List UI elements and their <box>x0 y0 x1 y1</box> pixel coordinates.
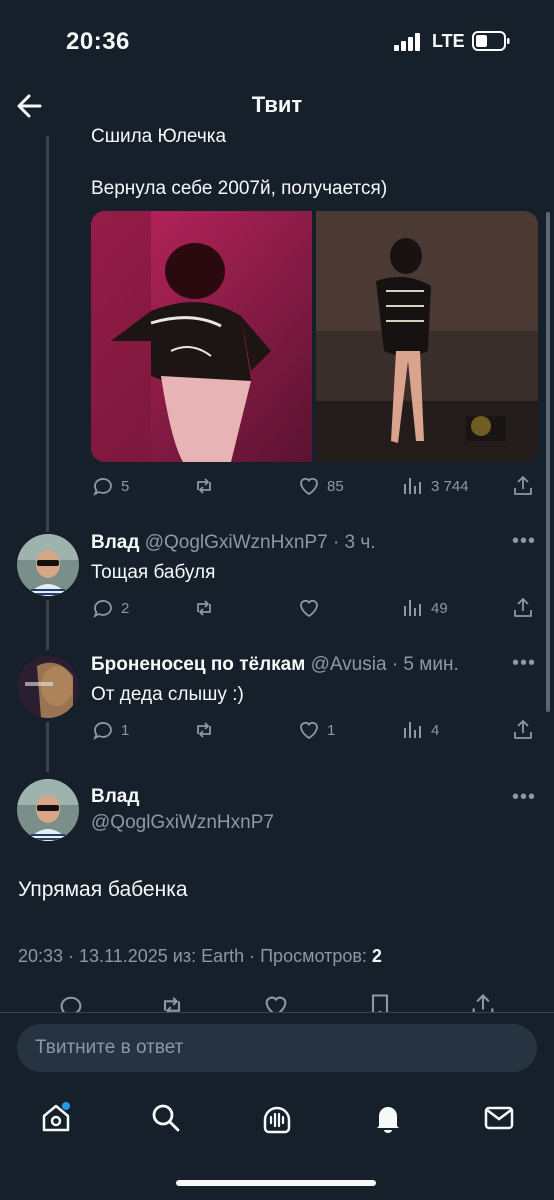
share-action[interactable] <box>511 596 535 620</box>
search-icon[interactable] <box>148 1100 184 1136</box>
reply-icon <box>93 722 112 740</box>
reply-header: Броненосец по тёлкам @Avusia · 5 мин. <box>91 654 459 676</box>
reply-action[interactable]: 2 <box>91 596 129 620</box>
author-name[interactable]: Броненосец по тёлкам <box>91 654 305 675</box>
share-action[interactable] <box>511 718 535 742</box>
like-count: 85 <box>327 477 344 495</box>
share-icon[interactable] <box>469 992 497 1012</box>
reply-header: Влад @QoglGxiWznHxnP7 · 3 ч. <box>91 532 376 554</box>
share-action[interactable] <box>511 474 535 498</box>
views-icon <box>404 478 421 494</box>
tweet-meta: 20:33 · 13.11.2025 из: Earth · Просмотро… <box>18 946 382 967</box>
author-handle[interactable]: @QoglGxiWznHxnP7 <box>145 532 328 553</box>
avatar-image <box>17 656 79 718</box>
reply-icon <box>93 600 112 618</box>
home-indicator <box>176 1180 376 1186</box>
heart-icon <box>300 721 318 740</box>
reply-icon <box>93 478 112 496</box>
author-handle[interactable]: @QoglGxiWznHxnP7 <box>91 812 274 833</box>
repost-action[interactable] <box>192 596 216 620</box>
like-action[interactable] <box>297 596 321 620</box>
tweet-text-partial: Сшила Юлечка <box>91 126 227 144</box>
tweet-photos[interactable] <box>91 211 538 462</box>
spaces-icon[interactable] <box>259 1100 295 1136</box>
reply-input[interactable]: Твитните в ответ <box>17 1024 537 1072</box>
avatar[interactable] <box>17 656 79 718</box>
views-count: 49 <box>431 599 448 617</box>
reply-action[interactable]: 5 <box>91 474 129 498</box>
reply-text: Тощая бабуля <box>91 562 216 583</box>
status-time: 20:36 <box>66 28 130 55</box>
author-name[interactable]: Влад <box>91 532 139 553</box>
author-name[interactable]: Влад <box>91 786 139 807</box>
share-icon <box>514 598 532 617</box>
repost-icon <box>197 600 211 616</box>
views-count: 4 <box>431 721 440 739</box>
views-action[interactable]: 4 <box>401 718 439 742</box>
repost-icon[interactable] <box>158 992 186 1012</box>
scrollbar[interactable] <box>546 212 550 712</box>
home-icon[interactable] <box>38 1100 74 1136</box>
notifications-icon[interactable] <box>370 1100 406 1136</box>
tweet-views-count: 2 <box>371 946 382 966</box>
views-action[interactable]: 49 <box>401 596 448 620</box>
tweet-meta-prefix: 20:33 · 13.11.2025 из: Earth · Просмотро… <box>18 946 372 966</box>
heart-icon[interactable] <box>262 992 290 1012</box>
main-actions <box>0 990 554 1012</box>
tweet-text: Вернула себе 2007й, получается) <box>91 178 388 199</box>
avatar-image <box>17 779 79 841</box>
page-title: Твит <box>251 92 303 117</box>
photo-right[interactable] <box>316 211 538 462</box>
reply-count: 2 <box>121 599 130 617</box>
main-author-name[interactable]: Влад <box>91 786 139 808</box>
messages-icon[interactable] <box>481 1100 517 1136</box>
views-icon <box>404 722 421 738</box>
photo-left[interactable] <box>91 211 312 462</box>
main-author-handle[interactable]: @QoglGxiWznHxnP7 <box>91 812 274 834</box>
like-count: 1 <box>327 721 336 739</box>
heart-icon <box>300 477 318 496</box>
signal-icon <box>394 33 420 51</box>
like-action[interactable]: 85 <box>297 474 344 498</box>
battery-icon <box>472 31 510 51</box>
more-options-icon[interactable]: ••• <box>512 530 536 553</box>
avatar-image <box>17 534 79 596</box>
reply-count: 1 <box>121 721 130 739</box>
reply-icon[interactable] <box>57 992 85 1012</box>
share-icon <box>514 720 532 739</box>
thread-connector <box>46 600 49 650</box>
bookmark-icon[interactable] <box>366 992 394 1012</box>
thread-connector <box>46 136 49 532</box>
repost-action[interactable] <box>192 474 216 498</box>
reply-count: 5 <box>121 477 130 495</box>
like-action[interactable]: 1 <box>297 718 335 742</box>
repost-action[interactable] <box>192 718 216 742</box>
post-time: · 5 мин. <box>391 654 459 675</box>
thread-connector <box>46 722 49 772</box>
main-tweet-text: Упрямая бабенка <box>18 878 188 901</box>
more-options-icon[interactable]: ••• <box>512 786 536 809</box>
views-count: 3 744 <box>431 477 469 495</box>
avatar[interactable] <box>17 779 79 841</box>
more-options-icon[interactable]: ••• <box>512 652 536 675</box>
reply-action[interactable]: 1 <box>91 718 129 742</box>
repost-icon <box>197 478 211 494</box>
reply-text: От деда слышу :) <box>91 684 244 705</box>
avatar[interactable] <box>17 534 79 596</box>
post-time: · 3 ч. <box>332 532 376 553</box>
network-type: LTE <box>432 31 465 51</box>
heart-icon <box>300 599 318 618</box>
views-action[interactable]: 3 744 <box>401 474 469 498</box>
share-icon <box>514 476 532 495</box>
repost-icon <box>197 722 211 738</box>
views-icon <box>404 600 421 616</box>
author-handle[interactable]: @Avusia <box>311 654 387 675</box>
